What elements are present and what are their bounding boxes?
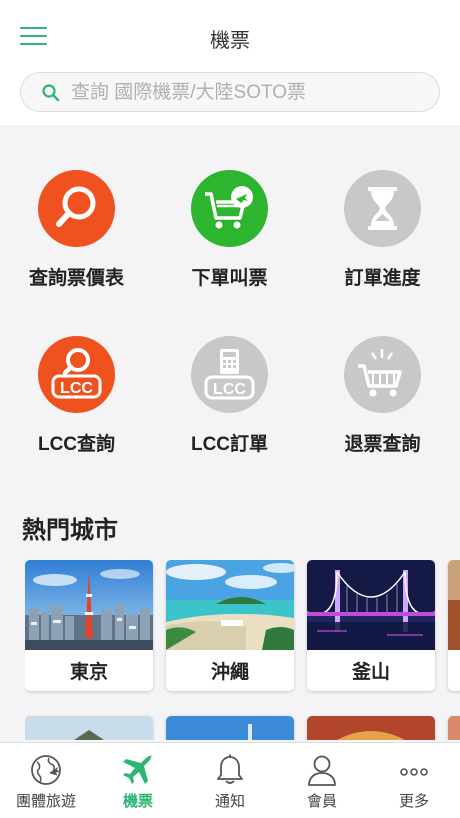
popular-cities-title: 熱門城市	[22, 517, 118, 544]
page-title: 機票	[210, 30, 250, 52]
tab-member[interactable]: 會員	[276, 743, 368, 818]
city-photo	[166, 560, 294, 650]
city-card-row2[interactable]	[307, 716, 435, 740]
city-card-row2[interactable]	[166, 716, 294, 740]
search-icon	[38, 170, 115, 247]
popular-cities-carousel[interactable]: 東京 沖繩 釜山	[25, 560, 460, 740]
airplane-icon	[123, 755, 152, 784]
city-card-row2[interactable]	[448, 716, 460, 740]
bell-icon	[217, 754, 243, 784]
city-photo	[448, 560, 460, 650]
tab-label: 會員	[306, 793, 337, 810]
svg-text:LCC: LCC	[213, 381, 246, 398]
lcc-calculator-icon: LCC	[191, 336, 268, 413]
city-card-partial[interactable]	[448, 560, 460, 691]
tab-label: 通知	[214, 793, 245, 810]
app-header: 機票	[0, 0, 460, 125]
city-card-busan[interactable]: 釜山	[307, 560, 435, 691]
tab-label: 更多	[398, 793, 429, 810]
tab-label: 機票	[122, 793, 153, 810]
menu-order-progress[interactable]: 訂單進度	[306, 160, 459, 300]
bottom-tab-bar: 團體旅遊 機票 通知 會員 更多	[0, 742, 460, 818]
city-name: 沖繩	[210, 662, 249, 683]
menu-label: 下單叫票	[191, 268, 268, 289]
city-card-tokyo[interactable]: 東京	[25, 560, 153, 691]
city-photo	[307, 716, 435, 740]
city-photo	[307, 560, 435, 650]
menu-refund-search[interactable]: 退票查詢	[306, 326, 459, 466]
city-photo	[25, 716, 153, 740]
cart-plane-icon	[191, 170, 268, 247]
menu-label: 查詢票價表	[28, 268, 124, 289]
tab-flights[interactable]: 機票	[92, 743, 184, 818]
tab-notifications[interactable]: 通知	[184, 743, 276, 818]
search-input[interactable]	[71, 79, 431, 107]
city-card-okinawa[interactable]: 沖繩	[166, 560, 294, 691]
city-photo	[166, 716, 294, 740]
search-icon	[42, 84, 60, 102]
city-card-row2[interactable]	[25, 716, 153, 740]
search-bar[interactable]	[20, 72, 440, 112]
cart-icon	[344, 336, 421, 413]
tab-label: 團體旅遊	[15, 793, 76, 810]
svg-text:LCC: LCC	[60, 380, 93, 397]
city-photo	[448, 716, 460, 740]
city-name: 東京	[69, 662, 108, 683]
user-icon	[308, 755, 336, 786]
tab-group-tours[interactable]: 團體旅遊	[0, 743, 92, 818]
menu-label: LCC查詢	[37, 434, 116, 455]
menu-label: 退票查詢	[344, 434, 421, 455]
lcc-search-icon: LCC	[38, 336, 115, 413]
menu-lcc-order[interactable]: LCC LCC訂單	[153, 326, 306, 466]
menu-place-order[interactable]: 下單叫票	[153, 160, 306, 300]
menu-lcc-search[interactable]: LCC LCC查詢	[0, 326, 153, 466]
menu-label: LCC訂單	[190, 434, 269, 455]
hourglass-icon	[344, 170, 421, 247]
tab-more[interactable]: 更多	[368, 743, 460, 818]
menu-fare-search[interactable]: 查詢票價表	[0, 160, 153, 300]
menu-label: 訂單進度	[344, 268, 421, 289]
globe-icon	[31, 755, 61, 785]
city-photo	[25, 560, 153, 650]
more-icon	[400, 768, 428, 776]
city-name: 釜山	[351, 662, 390, 683]
